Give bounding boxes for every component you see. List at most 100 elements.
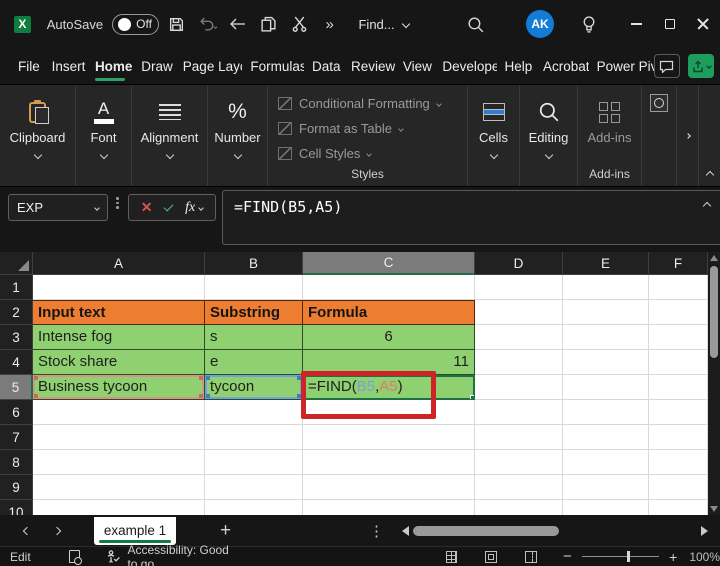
cell-E4[interactable]: [563, 350, 649, 375]
cell-B5[interactable]: tycoon: [205, 375, 303, 400]
font-group[interactable]: A Font: [76, 85, 132, 186]
row-header-2[interactable]: 2: [0, 300, 33, 325]
cell-E6[interactable]: [563, 400, 649, 425]
scroll-up-icon[interactable]: [710, 255, 718, 261]
row-header-10[interactable]: 10: [0, 500, 33, 515]
cell-D5[interactable]: [475, 375, 563, 400]
prev-sheet-button[interactable]: [12, 526, 42, 535]
minimize-button[interactable]: [620, 9, 654, 39]
cell-C3[interactable]: 6: [303, 325, 475, 350]
collapse-formula-bar-icon[interactable]: [702, 201, 712, 211]
hscroll-left-icon[interactable]: [402, 525, 410, 536]
cancel-icon[interactable]: ✕: [141, 199, 153, 216]
cells-group[interactable]: Cells: [468, 85, 520, 186]
column-header-a[interactable]: A: [33, 252, 205, 275]
add-sheet-button[interactable]: +: [220, 520, 231, 542]
find-dropdown[interactable]: Find...: [358, 17, 410, 32]
lightbulb-icon[interactable]: [576, 11, 602, 37]
cell-D8[interactable]: [475, 450, 563, 475]
macro-recording-icon[interactable]: [68, 550, 83, 565]
name-box[interactable]: EXP: [8, 194, 108, 221]
save-icon[interactable]: [164, 11, 190, 37]
search-icon[interactable]: [463, 11, 489, 37]
cell-E9[interactable]: [563, 475, 649, 500]
cell-B8[interactable]: [205, 450, 303, 475]
cell-C10[interactable]: [303, 500, 475, 515]
sheet-options-icon[interactable]: ⋮: [369, 522, 384, 540]
cell-F6[interactable]: [649, 400, 708, 425]
cell-F2[interactable]: [649, 300, 708, 325]
copy-icon[interactable]: [256, 11, 282, 37]
cell-A9[interactable]: [33, 475, 205, 500]
sheet-tab-example1[interactable]: example 1: [94, 516, 176, 545]
cell-B4[interactable]: e: [205, 350, 303, 375]
tab-review[interactable]: Review: [343, 48, 395, 84]
cell-D10[interactable]: [475, 500, 563, 515]
cell-C2[interactable]: Formula: [303, 300, 475, 325]
horizontal-scroll-thumb[interactable]: [413, 525, 560, 536]
tab-power-pivot[interactable]: Power Piv: [589, 48, 654, 84]
clipboard-group[interactable]: Clipboard: [0, 85, 76, 186]
row-header-4[interactable]: 4: [0, 350, 33, 375]
cell-B3[interactable]: s: [205, 325, 303, 350]
cell-B10[interactable]: [205, 500, 303, 515]
cell-B1[interactable]: [205, 275, 303, 300]
column-header-e[interactable]: E: [563, 252, 649, 275]
row-header-3[interactable]: 3: [0, 325, 33, 350]
insert-function-button[interactable]: fx: [185, 200, 205, 216]
tab-home[interactable]: Home: [87, 48, 133, 84]
cell-D3[interactable]: [475, 325, 563, 350]
cell-D4[interactable]: [475, 350, 563, 375]
cell-B9[interactable]: [205, 475, 303, 500]
cell-F7[interactable]: [649, 425, 708, 450]
cell-B2[interactable]: Substring: [205, 300, 303, 325]
tab-draw[interactable]: Draw: [133, 48, 175, 84]
avatar[interactable]: AK: [526, 10, 554, 38]
excel-logo-icon[interactable]: X: [14, 15, 31, 33]
normal-view-button[interactable]: [445, 550, 458, 563]
tab-file[interactable]: File: [10, 48, 44, 84]
cell-A4[interactable]: Stock share: [33, 350, 205, 375]
zoom-in-button[interactable]: +: [669, 549, 677, 565]
fill-handle[interactable]: [470, 395, 474, 399]
cell-D9[interactable]: [475, 475, 563, 500]
row-header-1[interactable]: 1: [0, 275, 33, 300]
cell-F5[interactable]: [649, 375, 708, 400]
formula-input[interactable]: =FIND(B5,A5): [222, 190, 720, 245]
add-ins-group[interactable]: Add-ins Add-ins: [578, 85, 642, 186]
cell-F9[interactable]: [649, 475, 708, 500]
quick-access-overflow-icon[interactable]: »: [317, 11, 343, 37]
ribbon-next-page-button[interactable]: [676, 85, 699, 186]
page-break-view-button[interactable]: [525, 550, 537, 563]
zoom-out-button[interactable]: −: [563, 548, 572, 565]
cell-C6[interactable]: [303, 400, 475, 425]
tab-developer[interactable]: Develope: [434, 48, 496, 84]
cell-A5[interactable]: Business tycoon: [33, 375, 205, 400]
vertical-scroll-thumb[interactable]: [710, 266, 718, 358]
cell-A1[interactable]: [33, 275, 205, 300]
editing-group[interactable]: Editing: [520, 85, 578, 186]
cell-E7[interactable]: [563, 425, 649, 450]
row-header-7[interactable]: 7: [0, 425, 33, 450]
cell-D1[interactable]: [475, 275, 563, 300]
accessibility-status[interactable]: Accessibility: Good to go: [106, 543, 230, 566]
close-button[interactable]: [687, 9, 720, 39]
collapse-ribbon-button[interactable]: [699, 85, 720, 186]
alignment-group[interactable]: Alignment: [132, 85, 208, 186]
cell-E3[interactable]: [563, 325, 649, 350]
column-header-c[interactable]: C: [303, 252, 475, 275]
cell-A2[interactable]: Input text: [33, 300, 205, 325]
cell-E2[interactable]: [563, 300, 649, 325]
cell-A6[interactable]: [33, 400, 205, 425]
cell-D6[interactable]: [475, 400, 563, 425]
cell-E8[interactable]: [563, 450, 649, 475]
cut-icon[interactable]: [286, 11, 312, 37]
row-header-6[interactable]: 6: [0, 400, 33, 425]
column-header-d[interactable]: D: [475, 252, 563, 275]
hscroll-right-icon[interactable]: [700, 525, 708, 536]
cell-E1[interactable]: [563, 275, 649, 300]
cell-F1[interactable]: [649, 275, 708, 300]
conditional-formatting-button[interactable]: Conditional Formatting: [278, 91, 457, 116]
column-header-b[interactable]: B: [205, 252, 303, 275]
horizontal-scrollbar[interactable]: [413, 525, 563, 536]
